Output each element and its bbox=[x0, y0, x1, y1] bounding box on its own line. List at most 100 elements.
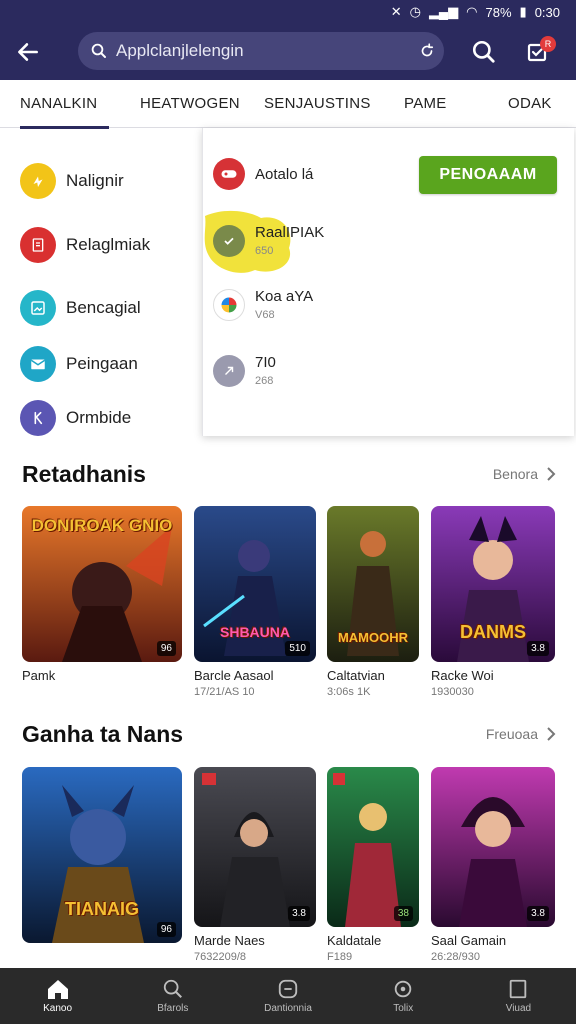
game-thumbnail: 3.8 bbox=[431, 767, 555, 927]
game-card[interactable]: MAMOOHR Caltatvian 3:06s 1K bbox=[327, 506, 419, 698]
notification-badge: R bbox=[540, 36, 556, 52]
section-more-link[interactable]: Benora bbox=[493, 466, 556, 482]
search-icon bbox=[91, 43, 106, 58]
wifi-icon: ◠ bbox=[466, 4, 478, 19]
nav-viuad[interactable]: Viuad bbox=[461, 968, 576, 1024]
nav-tolix[interactable]: Tolix bbox=[346, 968, 461, 1024]
game-card[interactable]: TIANAIG 96 bbox=[22, 767, 182, 943]
game-card[interactable]: DANMS 3.8 Racke Woi 1930030 bbox=[431, 506, 555, 698]
nav-label: Viuad bbox=[505, 1003, 532, 1014]
battery-icon: ▮ bbox=[519, 4, 527, 19]
nav-apps[interactable]: Dantionnia bbox=[230, 968, 345, 1024]
section-header: Ganha ta Nans Freuoaa bbox=[22, 716, 556, 752]
panel-row-title: RaalIPIAK bbox=[255, 224, 325, 241]
thumbnail-title: SHBAUNA bbox=[220, 624, 290, 640]
game-meta: 17/21/AS 10 bbox=[194, 686, 255, 698]
panel-row[interactable]: 7I0 268 bbox=[213, 354, 276, 387]
app-bar: Applclanjlelengin R bbox=[0, 24, 576, 80]
square-icon bbox=[510, 979, 527, 999]
game-thumbnail: TIANAIG 96 bbox=[22, 767, 182, 943]
ring-icon bbox=[394, 980, 412, 998]
rating-badge: 96 bbox=[156, 922, 176, 937]
search-query: Applclanjlelengin bbox=[116, 41, 244, 60]
tab-pame[interactable]: PAME bbox=[404, 80, 447, 128]
game-meta: 7632209/8 bbox=[194, 951, 246, 963]
game-thumbnail: DONIROAK GNIO 96 bbox=[22, 506, 182, 662]
more-label: Freuoaa bbox=[485, 726, 538, 742]
k-icon bbox=[20, 400, 56, 436]
chevron-right-icon bbox=[547, 727, 556, 741]
panel-row-sub: V68 bbox=[255, 309, 275, 321]
tab-nanalkin[interactable]: NANALKIN bbox=[20, 80, 110, 129]
lightning-icon bbox=[20, 163, 56, 199]
rating-badge: 3.8 bbox=[527, 641, 549, 656]
install-button[interactable]: PENOAAAM bbox=[419, 156, 557, 194]
tab-odak[interactable]: ODAK bbox=[508, 80, 552, 128]
game-card[interactable]: DONIROAK GNIO 96 Pamk bbox=[22, 506, 182, 683]
rating-badge: 3.8 bbox=[527, 906, 549, 921]
book-icon bbox=[20, 227, 56, 263]
arrow-left-icon bbox=[18, 43, 38, 61]
image-icon bbox=[20, 290, 56, 326]
chevron-right-icon bbox=[547, 467, 556, 481]
gamepad-icon bbox=[213, 158, 245, 190]
back-button[interactable] bbox=[0, 24, 56, 80]
search-button[interactable] bbox=[466, 34, 502, 70]
game-card[interactable]: 38 Kaldatale F189 bbox=[327, 767, 419, 963]
check-icon bbox=[213, 224, 245, 257]
nav-home[interactable]: Kanoo bbox=[0, 968, 115, 1024]
nav-label: Bfarols bbox=[157, 1003, 189, 1014]
panel-row-title: Koa aYA bbox=[255, 288, 314, 305]
tab-senjaustins[interactable]: SENJAUSTINS bbox=[264, 80, 371, 128]
game-name: Racke Woi bbox=[431, 668, 494, 683]
refresh-button[interactable] bbox=[410, 34, 444, 68]
notifications-button[interactable]: R bbox=[520, 34, 556, 70]
rating-badge: 510 bbox=[285, 641, 310, 656]
tab-bar: NANALKIN HEATWOGEN SENJAUSTINS PAME ODAK bbox=[0, 80, 576, 129]
game-thumbnail: 38 bbox=[327, 767, 419, 927]
category-item-bencagial[interactable]: Bencagial bbox=[20, 288, 141, 328]
thumbnail-title: DANMS bbox=[460, 622, 526, 642]
pinwheel-icon bbox=[213, 288, 245, 321]
nav-search[interactable]: Bfarols bbox=[115, 968, 230, 1024]
arrow-icon bbox=[213, 354, 245, 387]
section-title: Ganha ta Nans bbox=[22, 720, 184, 747]
category-list: Nalignir Relaglmiak Bencagial Peingaan O… bbox=[0, 128, 200, 438]
thumbnail-title: MAMOOHR bbox=[337, 630, 409, 645]
game-card[interactable]: 3.8 Marde Naes 7632209/8 bbox=[194, 767, 316, 963]
section-more-link[interactable]: Freuoaa bbox=[486, 726, 556, 742]
status-bar: ✕ ◷ ▂▄▆ ◠ 78% ▮ 0:30 bbox=[0, 0, 576, 24]
apps-icon bbox=[278, 979, 298, 999]
thumbnail-title: TIANAIG bbox=[65, 899, 139, 919]
panel-row[interactable]: RaalIPIAK 650 bbox=[213, 224, 324, 257]
search-icon bbox=[163, 979, 182, 998]
category-item-peingaan[interactable]: Peingaan bbox=[20, 344, 138, 384]
game-name: Kaldatale bbox=[327, 933, 382, 948]
section-title: Retadhanis bbox=[22, 460, 146, 487]
panel-row[interactable]: Koa aYA V68 bbox=[213, 288, 313, 321]
panel-row-sub: 650 bbox=[255, 245, 274, 257]
panel-row[interactable]: Aotalo lá bbox=[213, 158, 313, 190]
category-label: Ormbide bbox=[66, 408, 132, 427]
category-item-relaglmiak[interactable]: Relaglmiak bbox=[20, 225, 150, 265]
battery-percent: 78% bbox=[485, 4, 512, 20]
game-meta: 26:28/930 bbox=[431, 951, 480, 963]
category-label: Relaglmiak bbox=[66, 235, 151, 254]
panel-row-title: 7I0 bbox=[255, 354, 276, 371]
game-thumbnail: MAMOOHR bbox=[327, 506, 419, 662]
game-card[interactable]: SHBAUNA 510 Barcle Aasaol 17/21/AS 10 bbox=[194, 506, 316, 698]
mute-icon: ✕ bbox=[390, 4, 402, 19]
more-label: Benora bbox=[492, 466, 538, 482]
category-item-nalignir[interactable]: Nalignir bbox=[20, 161, 124, 201]
alarm-icon: ◷ bbox=[409, 4, 421, 19]
game-card[interactable]: 3.8 Saal Gamain 26:28/930 bbox=[431, 767, 555, 963]
search-input[interactable]: Applclanjlelengin bbox=[78, 32, 444, 70]
game-name: Barcle Aasaol bbox=[194, 668, 274, 683]
game-name: Marde Naes bbox=[194, 933, 265, 948]
category-label: Nalignir bbox=[66, 171, 124, 190]
category-label: Peingaan bbox=[66, 354, 138, 373]
tab-heatwogen[interactable]: HEATWOGEN bbox=[140, 80, 240, 128]
mail-icon bbox=[20, 346, 56, 382]
nav-label: Dantionnia bbox=[264, 1003, 312, 1014]
category-item-ormbide[interactable]: Ormbide bbox=[20, 398, 131, 438]
